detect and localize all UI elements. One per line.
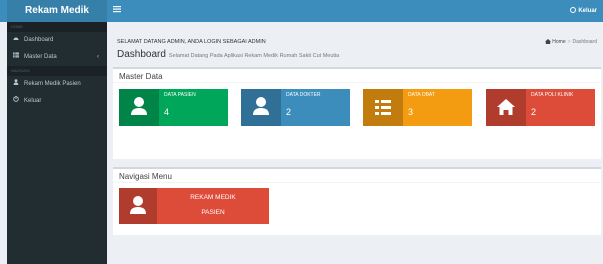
- sidebar-item-keluar[interactable]: Keluar: [7, 93, 107, 110]
- master-data-title: Master Data: [113, 69, 601, 83]
- navigation-menu-title: Navigasi Menu: [113, 169, 601, 183]
- tile-label: DATA OBAT: [408, 92, 435, 98]
- tile-label: DATA POLI KLINIK: [531, 92, 574, 98]
- tile-value: 2: [286, 107, 292, 117]
- sidebar-item-label: Keluar: [24, 98, 42, 104]
- user-icon: [119, 188, 157, 224]
- tile-data-poli-klinik[interactable]: DATA POLI KLINIK 2: [486, 89, 595, 126]
- button-label-line1: REKAM MEDIK: [190, 194, 236, 201]
- page-title-text: Dashboard: [117, 49, 166, 60]
- navigation-menu-box: Navigasi Menu REKAM MEDIK PASIEN: [113, 167, 601, 235]
- home-icon: [486, 89, 526, 126]
- power-icon: [570, 7, 577, 13]
- breadcrumb-home[interactable]: Home: [552, 39, 565, 45]
- tile-label: DATA DOKTER: [286, 92, 321, 98]
- sidebar-item-label: Dashboard: [24, 37, 54, 43]
- sidebar-header-nav: NAVIGASI: [7, 66, 107, 76]
- rekam-medik-pasien-button[interactable]: REKAM MEDIK PASIEN: [119, 188, 269, 224]
- breadcrumb: Home > Dashboard: [545, 39, 597, 45]
- button-label-line2: PASIEN: [201, 209, 225, 216]
- tile-value: 3: [408, 107, 414, 117]
- tile-label: DATA PASIEN: [164, 92, 196, 98]
- top-navbar: Rekam Medik Keluar: [0, 0, 603, 22]
- master-data-box: Master Data DATA PASIEN 4 DATA DOKTER 2 …: [113, 67, 601, 159]
- sidebar: HOME Dashboard Master Data ‹ NAVIGASI Re…: [7, 22, 107, 264]
- page-subtitle: Selamat Datang Pada Aplikasi Rekam Medik…: [168, 53, 340, 59]
- main-content: SELAMAT DATANG ADMIN, ANDA LOGIN SEBAGAI…: [107, 22, 603, 264]
- user-icon: [13, 79, 20, 85]
- logout-link[interactable]: Keluar: [570, 0, 597, 22]
- table-icon: [13, 52, 20, 58]
- app-logo[interactable]: Rekam Medik: [7, 0, 107, 22]
- welcome-message: SELAMAT DATANG ADMIN, ANDA LOGIN SEBAGAI…: [117, 39, 266, 45]
- menu-icon[interactable]: [113, 5, 125, 17]
- sidebar-item-master-data[interactable]: Master Data ‹: [7, 49, 107, 66]
- sidebar-item-label: Master Data: [24, 54, 57, 60]
- sidebar-item-rekam-medik[interactable]: Rekam Medik Pasien: [7, 76, 107, 93]
- home-icon: [545, 39, 552, 44]
- sidebar-item-dashboard[interactable]: Dashboard: [7, 32, 107, 49]
- sidebar-header-home: HOME: [7, 22, 107, 32]
- tile-value: 4: [164, 107, 170, 117]
- list-icon: [363, 89, 403, 126]
- dashboard-icon: [13, 35, 20, 41]
- power-icon: [13, 96, 20, 102]
- breadcrumb-current: Dashboard: [572, 39, 597, 45]
- tile-value: 2: [531, 107, 537, 117]
- chevron-left-icon: ‹: [97, 54, 99, 60]
- user-icon: [119, 89, 159, 126]
- page-title: Dashboard Selamat Datang Pada Aplikasi Re…: [117, 49, 339, 60]
- breadcrumb-separator: >: [567, 39, 571, 45]
- user-icon: [241, 89, 281, 126]
- logout-label: Keluar: [578, 8, 597, 14]
- tile-data-dokter[interactable]: DATA DOKTER 2: [241, 89, 350, 126]
- tile-data-obat[interactable]: DATA OBAT 3: [363, 89, 472, 126]
- sidebar-item-label: Rekam Medik Pasien: [24, 81, 81, 87]
- tile-data-pasien[interactable]: DATA PASIEN 4: [119, 89, 228, 126]
